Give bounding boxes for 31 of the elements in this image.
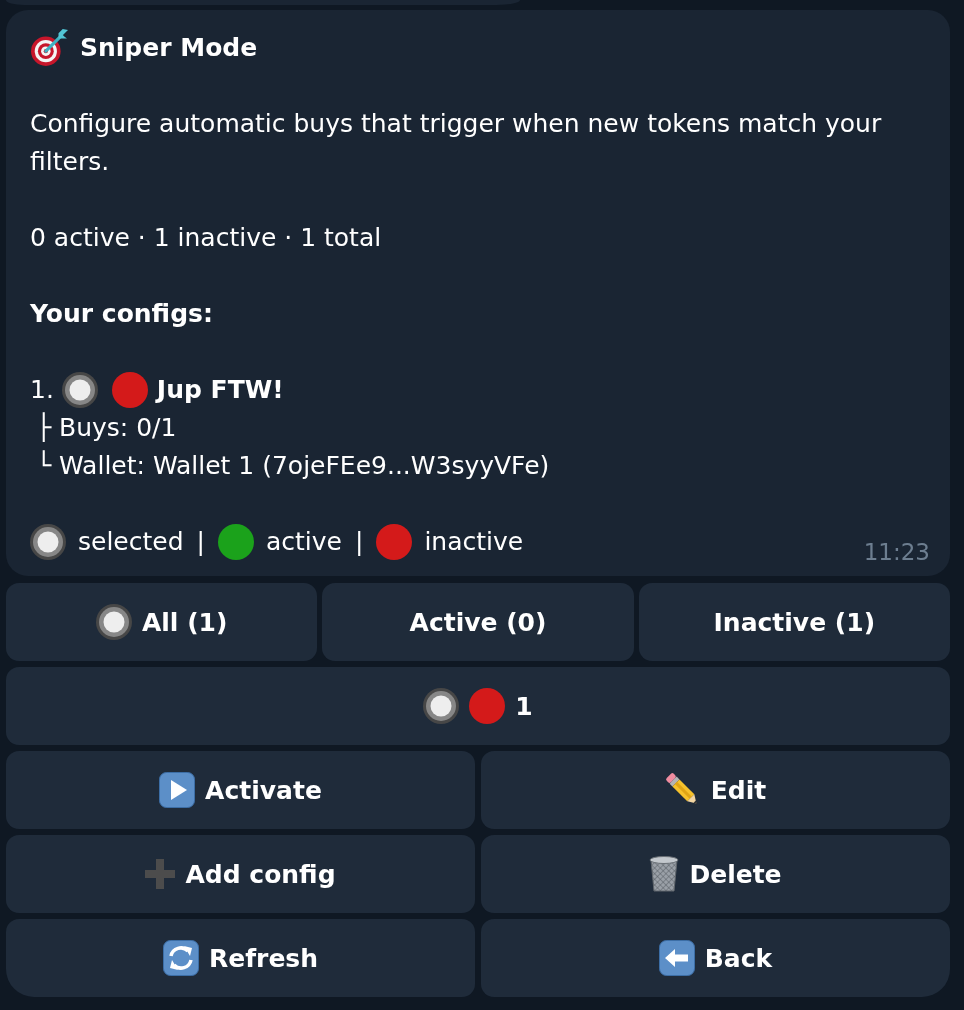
radio-button-icon: [30, 524, 66, 560]
action-button[interactable]: Edit: [481, 751, 950, 829]
action-button[interactable]: Add config: [6, 835, 475, 913]
legend-label: selected: [78, 526, 184, 558]
plus-icon: [145, 859, 176, 889]
filter-tab[interactable]: Active (0): [322, 583, 634, 661]
legend-separator: |: [354, 526, 364, 558]
dart-target-icon: [30, 29, 68, 67]
config-summary: 0 active · 1 inactive · 1 total: [30, 222, 382, 254]
action-button[interactable]: Activate: [6, 751, 475, 829]
filter-tab[interactable]: All (1): [6, 583, 318, 661]
action-button[interactable]: Back: [481, 919, 950, 997]
config-button[interactable]: 1: [6, 667, 950, 745]
legend-label: inactive: [424, 526, 524, 558]
config-detail: ├ Buys: 0/1: [36, 411, 177, 444]
action-button[interactable]: Delete: [481, 835, 950, 913]
message-title: Sniper Mode: [80, 32, 258, 64]
config-number: 1.: [30, 374, 54, 406]
action-button[interactable]: Refresh: [6, 919, 475, 997]
legend-label: active: [265, 526, 342, 558]
radio-button-icon: [95, 604, 132, 640]
play-icon: [159, 772, 196, 808]
refresh-icon: [162, 940, 199, 976]
message-time: 11:23: [863, 539, 930, 565]
configs-heading: Your configs:: [30, 298, 213, 330]
legend-separator: |: [196, 526, 205, 558]
config-name: Jup FTW!: [156, 374, 284, 406]
filter-tab[interactable]: Inactive (1): [638, 583, 950, 661]
config-detail: └ Wallet: Wallet 1 (7ojeFEe9...W3syyVFe): [36, 449, 550, 482]
message-description: Configure automatic buys that trigger when new tokens match your filters.: [30, 108, 883, 178]
wastebasket-icon: [649, 856, 680, 892]
